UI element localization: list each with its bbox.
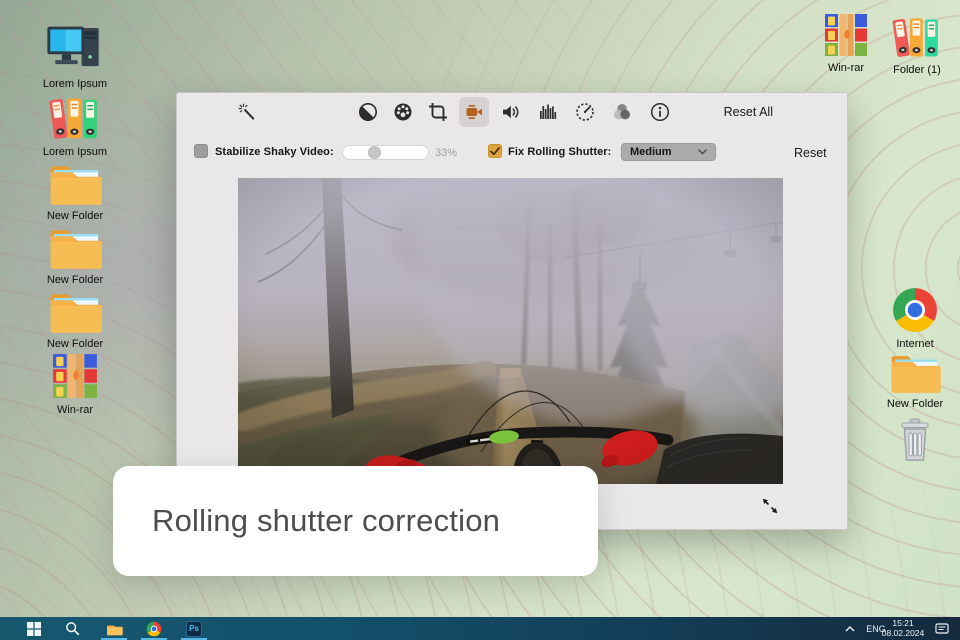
- desktop: Lorem Ipsum Lorem Ipsum New Folder New F…: [0, 0, 960, 640]
- taskbar: Ps ENG 15:21 08.02.2024: [0, 617, 960, 640]
- caption-card: Rolling shutter correction: [113, 466, 598, 576]
- icon-label: Win-rar: [56, 404, 94, 416]
- color-wheel-icon: [394, 103, 412, 121]
- icon-label: Internet: [896, 338, 934, 350]
- taskbar-chrome-button[interactable]: [141, 617, 167, 640]
- icon-label: New Folder: [46, 338, 104, 350]
- rolling-shutter-checkbox[interactable]: [488, 144, 502, 158]
- toolbar-histogram-button[interactable]: [533, 97, 563, 127]
- video-frame: [238, 178, 783, 484]
- magic-wand-icon: [238, 103, 255, 120]
- icon-label: Win-rar: [827, 62, 865, 74]
- winrar-icon: [50, 352, 100, 400]
- binders-icon: [48, 96, 102, 142]
- photoshop-icon: Ps: [186, 620, 202, 637]
- fullscreen-button[interactable]: [759, 495, 781, 517]
- toolbar-crop-button[interactable]: [423, 97, 453, 127]
- start-button[interactable]: [24, 617, 44, 640]
- trash-icon: [896, 418, 934, 462]
- toolbar-volume-button[interactable]: [496, 97, 526, 127]
- caption-text: Rolling shutter correction: [152, 503, 501, 538]
- desktop-icon-winrar[interactable]: Win-rar: [29, 352, 121, 416]
- volume-icon: [503, 105, 519, 119]
- slider-thumb[interactable]: [368, 146, 381, 159]
- desktop-icon-new-folder-right[interactable]: New Folder: [870, 352, 960, 410]
- video-editor-window: Reset All Stabilize Shaky Video: 33% Fix…: [176, 92, 848, 530]
- folder-icon: [47, 162, 103, 206]
- binders-icon: [891, 16, 943, 60]
- toolbar-video-camera-button[interactable]: [459, 97, 489, 127]
- folder-icon: [47, 226, 103, 270]
- crop-icon: [429, 103, 447, 121]
- toolbar-color-button[interactable]: [388, 97, 418, 127]
- icon-label: Lorem Ipsum: [42, 146, 108, 158]
- taskbar-search-button[interactable]: [62, 617, 82, 640]
- tray-chevron-button[interactable]: [842, 617, 858, 640]
- icon-label: Lorem Ipsum: [42, 78, 108, 90]
- chrome-icon: [891, 286, 939, 334]
- toolbar-enhance-button[interactable]: [232, 97, 262, 127]
- color-circles-icon: [614, 104, 630, 120]
- rolling-shutter-select[interactable]: Medium: [621, 143, 716, 161]
- reset-all-button[interactable]: Reset All: [697, 105, 773, 119]
- chevron-up-icon: [845, 625, 855, 631]
- video-camera-icon: [466, 105, 482, 119]
- folder-icon: [106, 624, 123, 635]
- windows-logo-icon: [27, 621, 41, 636]
- chrome-icon: [146, 621, 162, 636]
- histogram-icon: [540, 104, 557, 119]
- icon-label: New Folder: [46, 210, 104, 222]
- desktop-icon-computer[interactable]: Lorem Ipsum: [29, 24, 121, 90]
- video-preview[interactable]: [238, 178, 783, 484]
- winrar-icon: [822, 12, 870, 58]
- stabilize-label: Stabilize Shaky Video:: [215, 146, 334, 158]
- chevron-down-icon: [698, 149, 707, 155]
- icon-label: New Folder: [886, 398, 944, 410]
- clock[interactable]: 15:21 08.02.2024: [874, 618, 932, 638]
- info-icon: [650, 102, 670, 122]
- stabilize-slider[interactable]: [342, 145, 429, 160]
- folder-icon: [888, 352, 942, 394]
- selected-option: Medium: [630, 146, 672, 158]
- taskbar-photoshop-button[interactable]: Ps: [181, 617, 207, 640]
- search-icon: [65, 622, 79, 636]
- icon-label: New Folder: [46, 274, 104, 286]
- speed-gauge-icon: [576, 103, 594, 121]
- rolling-shutter-label: Fix Rolling Shutter:: [508, 146, 612, 158]
- reset-button[interactable]: Reset: [794, 146, 827, 160]
- desktop-icon-folder-3[interactable]: New Folder: [29, 290, 121, 350]
- date: 08.02.2024: [881, 627, 925, 638]
- icon-label: Folder (1): [893, 64, 941, 76]
- desktop-icon-folder-1[interactable]: New Folder: [29, 162, 121, 222]
- contrast-icon: [359, 103, 377, 121]
- toolbar-speed-button[interactable]: [570, 97, 600, 127]
- desktop-icon-trash[interactable]: [880, 418, 950, 462]
- expand-arrows-icon: [762, 498, 778, 514]
- desktop-icon-folder-2[interactable]: New Folder: [29, 226, 121, 286]
- stabilize-checkbox[interactable]: [194, 144, 208, 158]
- toolbar-contrast-button[interactable]: [353, 97, 383, 127]
- folder-icon: [47, 290, 103, 334]
- taskbar-explorer-button[interactable]: [101, 617, 127, 640]
- toolbar-info-button[interactable]: [645, 97, 675, 127]
- desktop-icon-folder-1-binders[interactable]: Folder (1): [876, 16, 958, 76]
- desktop-icon-binders[interactable]: Lorem Ipsum: [29, 96, 121, 158]
- computer-icon: [46, 24, 104, 74]
- toolbar-color-circles-button[interactable]: [607, 97, 637, 127]
- desktop-icon-internet[interactable]: Internet: [870, 286, 960, 350]
- stabilize-value: 33%: [435, 147, 458, 159]
- check-icon: [490, 146, 500, 155]
- notification-icon: [935, 622, 949, 634]
- notification-center-button[interactable]: [932, 617, 952, 640]
